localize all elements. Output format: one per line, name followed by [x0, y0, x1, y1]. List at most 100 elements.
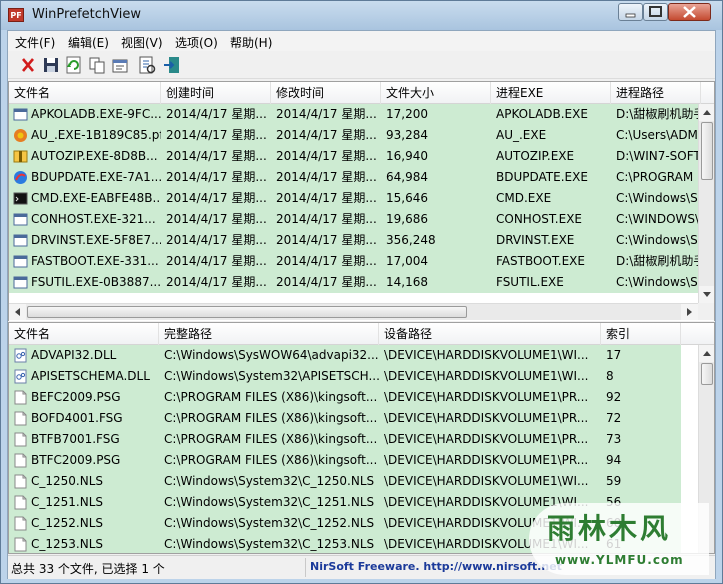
table-row[interactable]: C_1250.NLS C:\Windows\System32\C_1250.NLS… — [9, 471, 681, 492]
scroll-down-button[interactable] — [699, 286, 714, 303]
table-row[interactable]: ADVAPI32.DLL C:\Windows\SysWOW64\advapi32… — [9, 345, 681, 366]
prefetch-cell: 17,200 — [386, 107, 428, 121]
top-horizontal-thumb[interactable] — [27, 306, 467, 318]
menu-help[interactable]: 帮助(H) — [230, 34, 272, 51]
prefetch-cell: D:\甜椒刷机助手 — [616, 254, 701, 268]
close-icon — [683, 6, 696, 18]
prefetch-cell: FSUTIL.EXE — [496, 275, 564, 289]
referenced-cell: C:\Windows\System32\C_1251.NLS — [164, 495, 375, 509]
html-report-button[interactable] — [137, 55, 157, 75]
prefetch-cell: CMD.EXE — [496, 191, 552, 205]
prefetch-cell: C:\PROGRAM — [616, 170, 694, 184]
column-filename[interactable]: 文件名 — [9, 323, 159, 345]
scroll-up-button[interactable] — [699, 104, 714, 121]
table-row[interactable]: DRVINST.EXE-5F8E7... 2014/4/17 星期... 2014/… — [9, 230, 701, 251]
prefetch-cell: C:\WINDOWS\ — [616, 212, 700, 226]
referenced-cell: \DEVICE\HARDDISKVOLUME1\PR... — [384, 453, 589, 467]
referenced-cell: BTFB7001.FSG — [31, 432, 120, 446]
minimize-button[interactable] — [618, 3, 643, 21]
arrow-right-icon — [687, 308, 692, 316]
prefetch-cell: FASTBOOT.EXE-331... — [31, 254, 159, 268]
referenced-cell: 72 — [606, 411, 622, 425]
prefetch-cell: 2014/4/17 星期... — [166, 191, 267, 205]
scroll-left-button[interactable] — [9, 304, 26, 320]
prefetch-cell: CONHOST.EXE — [496, 212, 582, 226]
prefetch-cell: C:\Windows\Sy — [616, 233, 701, 247]
referenced-list-header: 文件名 完整路径 设备路径 索引 — [9, 323, 714, 345]
save-button[interactable] — [41, 55, 61, 75]
top-horizontal-scrollbar[interactable] — [9, 303, 698, 320]
prefetch-cell: 17,004 — [386, 254, 428, 268]
table-row[interactable]: FSUTIL.EXE-0B3887... 2014/4/17 星期... 2014/… — [9, 272, 701, 293]
site-watermark: 雨林木风 www.YLMFU.com — [529, 503, 709, 575]
minimize-icon — [625, 13, 636, 18]
bottom-vertical-thumb[interactable] — [701, 363, 713, 385]
table-row[interactable]: BDUPDATE.EXE-7A1... 2014/4/17 星期... 2014/4… — [9, 167, 698, 188]
menu-edit[interactable]: 编辑(E) — [68, 34, 109, 51]
menu-file[interactable]: 文件(F) — [15, 34, 55, 51]
table-row[interactable]: FASTBOOT.EXE-331... 2014/4/17 星期... 2014/4… — [9, 251, 701, 272]
table-row[interactable]: APKOLADB.EXE-9FC... 2014/4/17 星期... 2014/4… — [9, 104, 701, 125]
save-icon — [44, 58, 58, 72]
column-filename[interactable]: 文件名 — [9, 82, 161, 104]
prefetch-cell: APKOLADB.EXE-9FC... — [31, 107, 161, 121]
column-process-exe[interactable]: 进程EXE — [491, 82, 611, 104]
status-divider — [305, 558, 306, 577]
referenced-cell: C_1250.NLS — [31, 474, 104, 488]
referenced-cell: C:\Windows\System32\C_1252.NLS — [164, 516, 375, 530]
table-row[interactable]: AU_.EXE-1B189C85.pf 2014/4/17 星期... 2014/4… — [9, 125, 698, 146]
app-window: PF WinPrefetchView 文件(F) 编辑(E) 视图(V) 选项(… — [0, 0, 723, 584]
column-modified-time[interactable]: 修改时间 — [271, 82, 381, 104]
scroll-up-button[interactable] — [699, 345, 714, 362]
table-row[interactable]: BOFD4001.FSG C:\PROGRAM FILES (X86)\kings… — [9, 408, 681, 429]
delete-button[interactable] — [18, 55, 38, 75]
column-index[interactable]: 索引 — [601, 323, 681, 345]
referenced-cell: \DEVICE\HARDDISKVOLUME1\WI... — [384, 474, 589, 488]
referenced-cell: APISETSCHEMA.DLL — [31, 369, 150, 383]
referenced-cell: 94 — [606, 453, 622, 467]
prefetch-cell: D:\甜椒刷机助手 — [616, 107, 701, 121]
referenced-cell: C:\PROGRAM FILES (X86)\kingsoft... — [164, 390, 378, 404]
exit-icon — [164, 57, 179, 73]
top-vertical-scrollbar[interactable] — [698, 104, 714, 303]
column-full-path[interactable]: 完整路径 — [159, 323, 379, 345]
top-vertical-thumb[interactable] — [701, 122, 713, 180]
column-device-path[interactable]: 设备路径 — [379, 323, 601, 345]
table-row[interactable]: CONHOST.EXE-321... 2014/4/17 星期... 2014/4/… — [9, 209, 700, 230]
prefetch-cell: AU_.EXE — [496, 128, 547, 142]
referenced-cell: C:\PROGRAM FILES (X86)\kingsoft... — [164, 453, 378, 467]
prefetch-cell: 2014/4/17 星期... — [166, 170, 267, 184]
refresh-button[interactable] — [64, 55, 84, 75]
table-row[interactable]: APISETSCHEMA.DLL C:\Windows\System32\APIS… — [9, 366, 681, 387]
table-row[interactable]: BTFB7001.FSG C:\PROGRAM FILES (X86)\kings… — [9, 429, 681, 450]
prefetch-files-list[interactable]: 文件名 创建时间 修改时间 文件大小 进程EXE 进程路径 APKOLADB.E… — [8, 81, 715, 323]
prefetch-cell: BDUPDATE.EXE — [496, 170, 588, 184]
menu-view[interactable]: 视图(V) — [121, 34, 163, 51]
copy-button[interactable] — [87, 55, 107, 75]
table-row[interactable]: BEFC2009.PSG C:\PROGRAM FILES (X86)\kings… — [9, 387, 681, 408]
menu-options[interactable]: 选项(O) — [175, 34, 218, 51]
nirsoft-link[interactable]: NirSoft Freeware. http://www.nirsoft.net — [310, 560, 562, 573]
referenced-cell: 8 — [606, 369, 614, 383]
close-button[interactable] — [668, 3, 711, 21]
exit-button[interactable] — [162, 55, 182, 75]
client-area: 文件(F) 编辑(E) 视图(V) 选项(O) 帮助(H) 文件名 创建时间 修… — [7, 30, 716, 579]
table-row[interactable]: BTFC2009.PSG C:\PROGRAM FILES (X86)\kings… — [9, 450, 681, 471]
prefetch-cell: 64,984 — [386, 170, 428, 184]
column-process-path[interactable]: 进程路径 — [611, 82, 701, 104]
referenced-cell: 92 — [606, 390, 622, 404]
table-row[interactable]: CMD.EXE-EABFE48B... 2014/4/17 星期... 2014/4… — [9, 188, 701, 209]
table-row[interactable]: AUTOZIP.EXE-8D8B... 2014/4/17 星期... 2014/4… — [9, 146, 701, 167]
prefetch-cell: AUTOZIP.EXE — [496, 149, 575, 163]
column-created-time[interactable]: 创建时间 — [161, 82, 271, 104]
maximize-button[interactable] — [643, 3, 668, 21]
title-bar[interactable]: PF WinPrefetchView — [1, 1, 722, 30]
prefetch-cell: BDUPDATE.EXE-7A1... — [31, 170, 161, 184]
referenced-cell: C:\Windows\System32\C_1253.NLS — [164, 537, 375, 551]
prefetch-cell: AU_.EXE-1B189C85.pf — [31, 128, 161, 142]
prefetch-cell: 19,686 — [386, 212, 428, 226]
properties-button[interactable] — [110, 55, 130, 75]
scroll-right-button[interactable] — [681, 304, 698, 320]
column-file-size[interactable]: 文件大小 — [381, 82, 491, 104]
arrow-up-icon — [703, 110, 711, 115]
